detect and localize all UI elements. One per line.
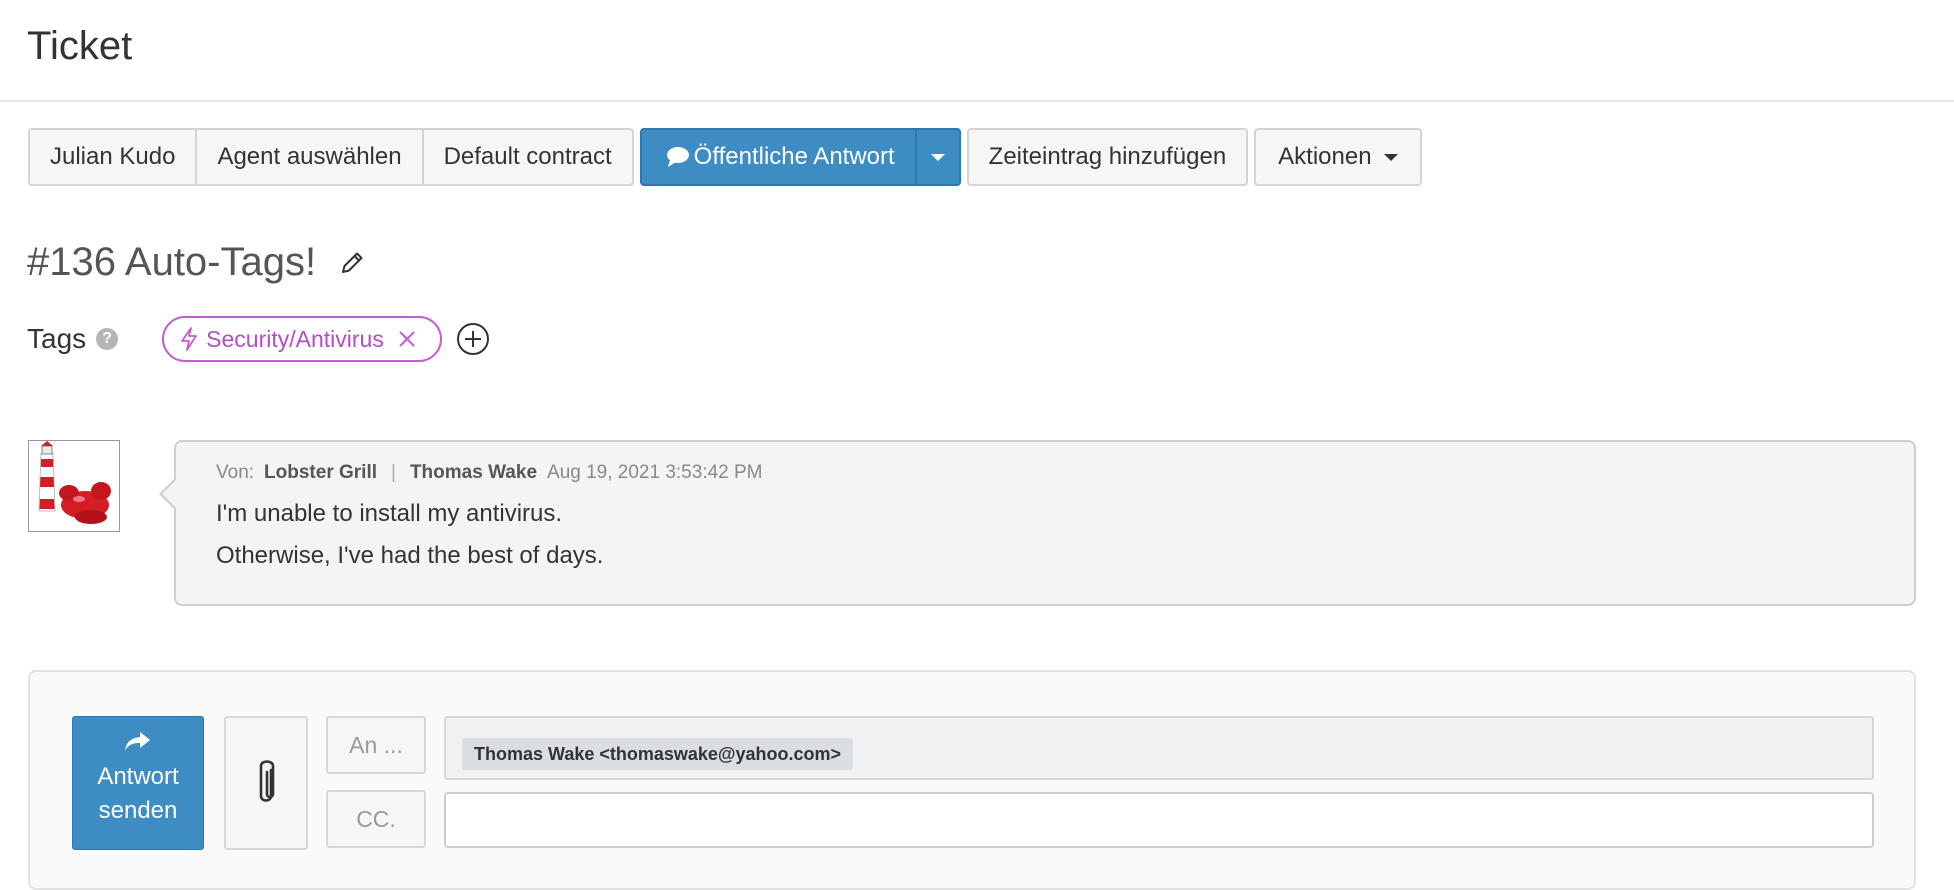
meta-separator: | — [391, 462, 396, 483]
page-header: Ticket — [0, 0, 1954, 102]
send-label-line2: senden — [98, 797, 178, 824]
send-label-line1: Antwort — [97, 763, 179, 790]
reply-options-dropdown[interactable] — [914, 128, 961, 186]
recipients-field[interactable]: Thomas Wake <thomaswake@yahoo.com> — [444, 716, 1874, 780]
tag-chip[interactable]: Security/Antivirus — [162, 316, 442, 362]
ticket-toolbar: Julian Kudo Agent auswählen Default cont… — [28, 128, 1422, 186]
reply-button-group: Öffentliche Antwort — [639, 128, 961, 186]
sender-name[interactable]: Thomas Wake — [410, 462, 537, 484]
actions-dropdown[interactable]: Aktionen — [1254, 128, 1422, 186]
chevron-down-icon — [1383, 153, 1398, 161]
message-line: I'm unable to install my antivirus. — [216, 500, 563, 527]
ticket-title: #136 Auto-Tags! — [27, 240, 366, 285]
message-line: Otherwise, I've had the best of days. — [216, 542, 604, 569]
lighthouse-lobster-image — [29, 441, 119, 531]
message-timestamp: Aug 19, 2021 3:53:42 PM — [547, 462, 763, 483]
send-reply-button[interactable]: Antwort senden — [72, 716, 204, 850]
pencil-icon[interactable] — [338, 249, 366, 277]
assignment-button-group: Julian Kudo Agent auswählen Default cont… — [28, 128, 634, 186]
message-meta: Von: Lobster Grill | Thomas Wake Aug 19,… — [216, 462, 763, 484]
tag-label: Security/Antivirus — [206, 325, 384, 352]
paperclip-icon — [259, 760, 275, 802]
to-label-button[interactable]: An ... — [326, 716, 426, 774]
comment-icon — [666, 147, 689, 167]
contract-button[interactable]: Default contract — [421, 128, 634, 186]
actions-label: Aktionen — [1278, 143, 1372, 170]
attach-file-button[interactable] — [224, 716, 308, 850]
tags-row: Tags ? Security/Antivirus — [27, 314, 490, 364]
cc-label-button[interactable]: CC. — [326, 790, 426, 848]
page-title: Ticket — [27, 24, 133, 68]
reply-panel: Antwort senden An ... CC. Thomas Wake <t… — [28, 670, 1916, 890]
add-tag-icon[interactable] — [456, 322, 490, 356]
tags-label: Tags — [27, 323, 87, 354]
close-icon[interactable] — [398, 330, 416, 348]
cc-input[interactable] — [444, 792, 1874, 848]
public-reply-label: Öffentliche Antwort — [693, 143, 895, 170]
add-time-entry-button[interactable]: Zeiteintrag hinzufügen — [966, 128, 1249, 186]
ticket-title-text: #136 Auto-Tags! — [27, 240, 317, 284]
help-icon[interactable]: ? — [96, 328, 119, 350]
sender-company[interactable]: Lobster Grill — [264, 462, 377, 484]
chevron-down-icon — [930, 153, 945, 161]
customer-button[interactable]: Julian Kudo — [28, 128, 198, 186]
message-bubble: Von: Lobster Grill | Thomas Wake Aug 19,… — [159, 440, 1916, 606]
share-arrow-icon — [125, 732, 150, 751]
from-label: Von: — [216, 462, 255, 483]
recipient-chip[interactable]: Thomas Wake <thomaswake@yahoo.com> — [462, 738, 854, 770]
public-reply-button[interactable]: Öffentliche Antwort — [639, 128, 917, 186]
avatar — [28, 440, 120, 532]
bubble-arrow-inner — [162, 479, 177, 509]
agent-select-button[interactable]: Agent auswählen — [195, 128, 424, 186]
lightning-icon — [181, 327, 198, 351]
